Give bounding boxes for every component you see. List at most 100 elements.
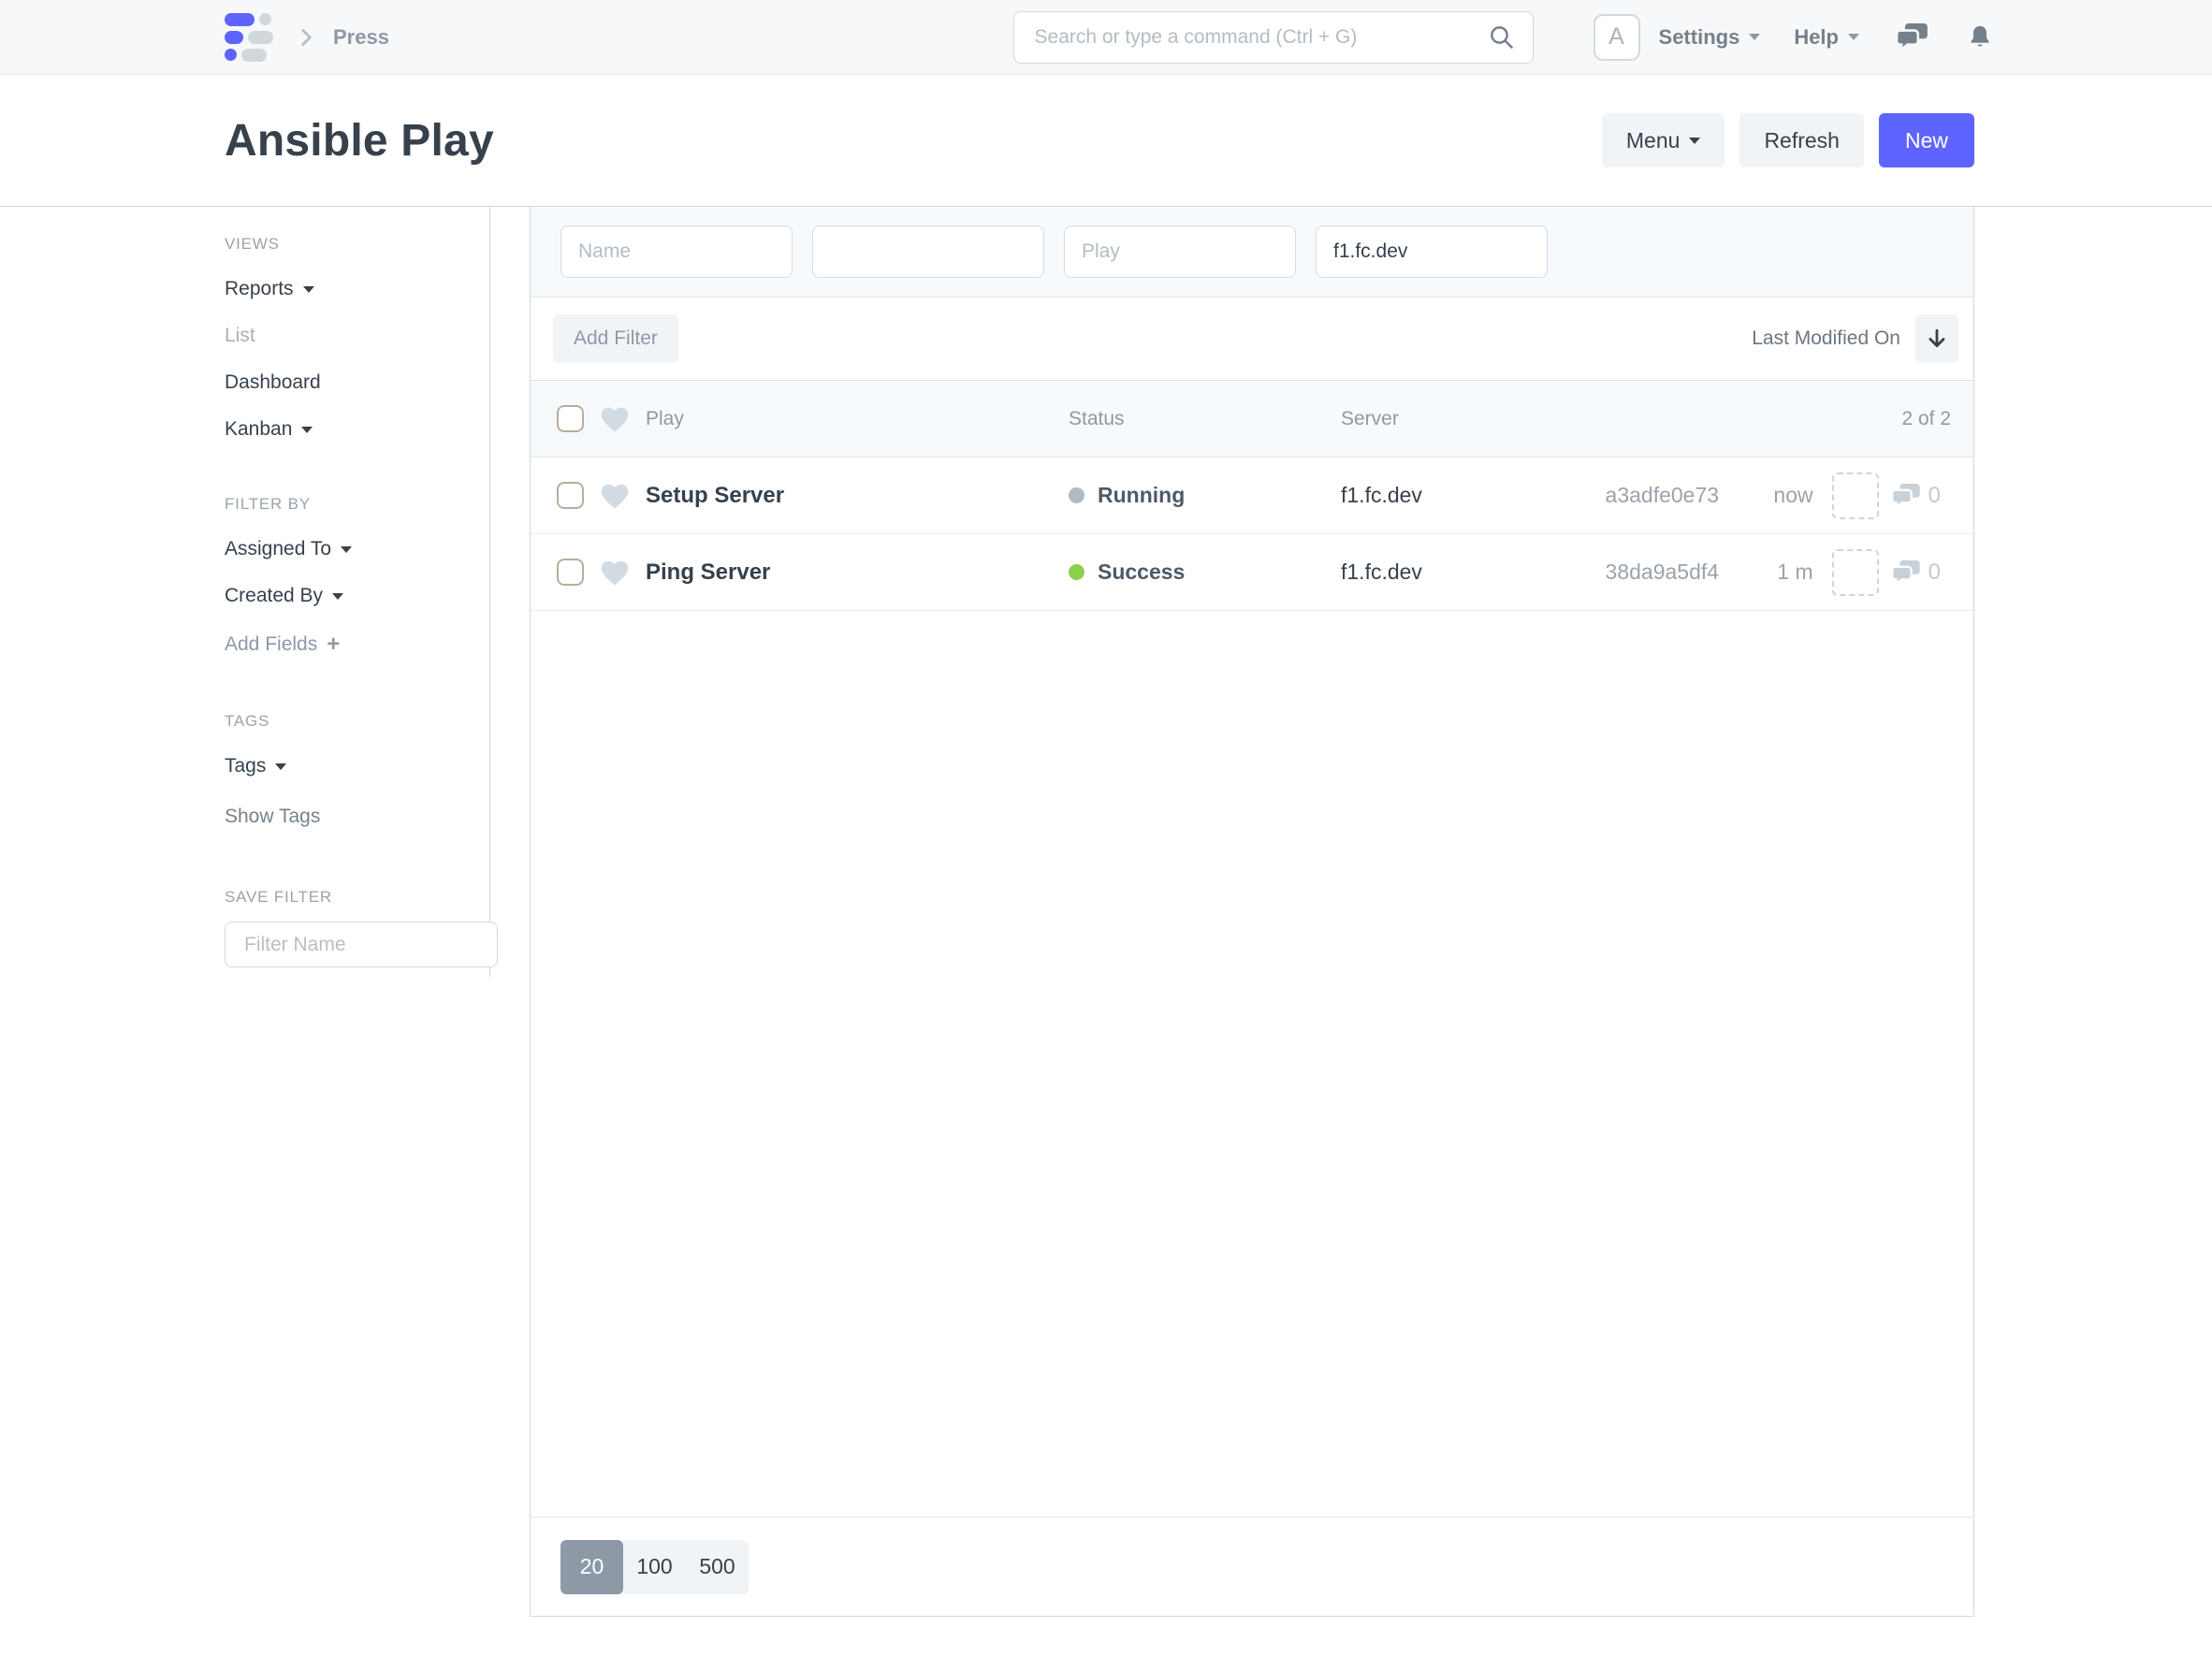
bell-icon[interactable] xyxy=(1967,22,1993,51)
sort-controls: Last Modified On xyxy=(1752,314,1958,363)
sidebar-item-reports[interactable]: Reports xyxy=(225,278,489,300)
menu-button[interactable]: Menu xyxy=(1602,113,1725,167)
status-dot-icon xyxy=(1069,564,1084,580)
chevron-right-icon xyxy=(294,25,318,50)
page-title: Ansible Play xyxy=(225,115,494,167)
app-screen: Press A Settings Help xyxy=(0,0,2212,1671)
result-count: 2 of 2 xyxy=(1901,408,1951,430)
reports-label: Reports xyxy=(225,278,294,300)
chevron-down-icon xyxy=(332,593,343,600)
navbar-right: A Settings Help xyxy=(1594,14,1993,61)
assign-placeholder[interactable] xyxy=(1832,472,1879,519)
chevron-down-icon xyxy=(1848,34,1859,40)
comment-number: 0 xyxy=(1928,559,1941,586)
sidebar-item-kanban[interactable]: Kanban xyxy=(225,418,489,441)
chevron-down-icon xyxy=(303,286,314,293)
refresh-button[interactable]: Refresh xyxy=(1739,113,1864,167)
heart-icon[interactable] xyxy=(599,559,631,587)
global-search[interactable] xyxy=(1013,11,1534,64)
column-header-status: Status xyxy=(1069,408,1341,430)
new-button[interactable]: New xyxy=(1879,113,1974,167)
list-empty-area xyxy=(531,611,1973,1517)
select-all-checkbox[interactable] xyxy=(557,405,584,432)
row-title[interactable]: Ping Server xyxy=(646,559,1069,586)
table-row[interactable]: Ping Server Success f1.fc.dev 38da9a5df4… xyxy=(531,534,1973,611)
filter-input-blank[interactable] xyxy=(812,225,1044,278)
chevron-down-icon xyxy=(1689,138,1700,144)
search-icon xyxy=(1488,23,1516,51)
help-label: Help xyxy=(1794,25,1839,50)
page-actions: Menu Refresh New xyxy=(1602,113,1974,167)
breadcrumb[interactable]: Press xyxy=(333,25,389,50)
page-size-100[interactable]: 100 xyxy=(623,1540,686,1594)
page-size-500[interactable]: 500 xyxy=(686,1540,749,1594)
column-header-server: Server xyxy=(1341,408,1595,430)
row-status: Running xyxy=(1069,483,1341,508)
sort-field-selector[interactable]: Last Modified On xyxy=(1752,327,1900,350)
show-tags-label: Show Tags xyxy=(225,806,320,828)
comment-count[interactable]: 0 xyxy=(1892,559,1951,586)
avatar-letter: A xyxy=(1608,23,1624,51)
sidebar-item-tags[interactable]: Tags xyxy=(225,755,489,777)
row-checkbox[interactable] xyxy=(557,482,584,509)
help-menu[interactable]: Help xyxy=(1794,25,1859,50)
created-by-label: Created By xyxy=(225,585,323,607)
comment-bubbles-icon xyxy=(1892,484,1920,508)
table-row[interactable]: Setup Server Running f1.fc.dev a3adfe0e7… xyxy=(531,458,1973,534)
tags-section-label: TAGS xyxy=(225,712,489,731)
page-size-group: 20 100 500 xyxy=(560,1540,749,1594)
down-arrow-icon xyxy=(1925,327,1949,351)
kanban-label: Kanban xyxy=(225,418,292,441)
refresh-label: Refresh xyxy=(1764,128,1840,153)
row-title[interactable]: Setup Server xyxy=(646,483,1069,509)
filter-name-input[interactable] xyxy=(225,922,498,967)
row-checkbox[interactable] xyxy=(557,559,584,586)
sidebar-item-created-by[interactable]: Created By xyxy=(225,585,489,607)
row-status: Success xyxy=(1069,559,1341,585)
sidebar-item-dashboard[interactable]: Dashboard xyxy=(225,371,489,394)
sidebar-item-assigned-to[interactable]: Assigned To xyxy=(225,538,489,560)
navbar: Press A Settings Help xyxy=(0,0,2212,75)
add-filter-button[interactable]: Add Filter xyxy=(553,314,678,363)
page-head: Ansible Play Menu Refresh New xyxy=(0,75,2212,207)
sidebar-item-list[interactable]: List xyxy=(225,325,489,347)
list-label: List xyxy=(225,325,255,347)
filter-by-section-label: FILTER BY xyxy=(225,495,489,514)
heart-icon xyxy=(599,405,631,433)
row-server: f1.fc.dev xyxy=(1341,483,1595,508)
pagination: 20 100 500 xyxy=(531,1517,1973,1616)
column-header-play: Play xyxy=(646,408,1069,430)
status-label: Success xyxy=(1098,559,1185,585)
assign-placeholder[interactable] xyxy=(1832,549,1879,596)
save-filter-section-label: SAVE FILTER xyxy=(225,888,489,907)
list-sidebar: VIEWS Reports List Dashboard Kanban FILT… xyxy=(225,207,490,977)
list-container: Add Filter Last Modified On Play xyxy=(530,207,1974,1617)
sidebar-item-add-fields[interactable]: Add Fields + xyxy=(225,632,489,658)
heart-icon[interactable] xyxy=(599,482,631,510)
views-section-label: VIEWS xyxy=(225,235,489,254)
filter-input-server[interactable] xyxy=(1316,225,1548,278)
sort-direction-button[interactable] xyxy=(1915,314,1958,363)
filter-input-play[interactable] xyxy=(1064,225,1296,278)
menu-label: Menu xyxy=(1626,128,1681,153)
chat-bubbles-icon[interactable] xyxy=(1897,23,1928,51)
settings-label: Settings xyxy=(1659,25,1740,50)
app-logo-icon[interactable] xyxy=(225,13,273,62)
sidebar-item-show-tags[interactable]: Show Tags xyxy=(225,806,489,828)
page-size-20[interactable]: 20 xyxy=(560,1540,623,1594)
settings-menu[interactable]: Settings xyxy=(1659,25,1761,50)
comment-bubbles-icon xyxy=(1892,560,1920,585)
plus-icon: + xyxy=(327,632,340,658)
row-id: 38da9a5df4 xyxy=(1595,559,1719,585)
comment-count[interactable]: 0 xyxy=(1892,483,1951,509)
tags-label: Tags xyxy=(225,755,266,777)
chevron-down-icon xyxy=(301,427,313,433)
row-server: f1.fc.dev xyxy=(1341,559,1595,585)
search-input[interactable] xyxy=(1035,26,1488,49)
row-title-text: Ping Server xyxy=(646,559,770,585)
page-body: VIEWS Reports List Dashboard Kanban FILT… xyxy=(0,207,2212,1617)
filter-input-name[interactable] xyxy=(560,225,793,278)
status-dot-icon xyxy=(1069,487,1084,503)
avatar[interactable]: A xyxy=(1594,14,1640,61)
assigned-to-label: Assigned To xyxy=(225,538,331,560)
